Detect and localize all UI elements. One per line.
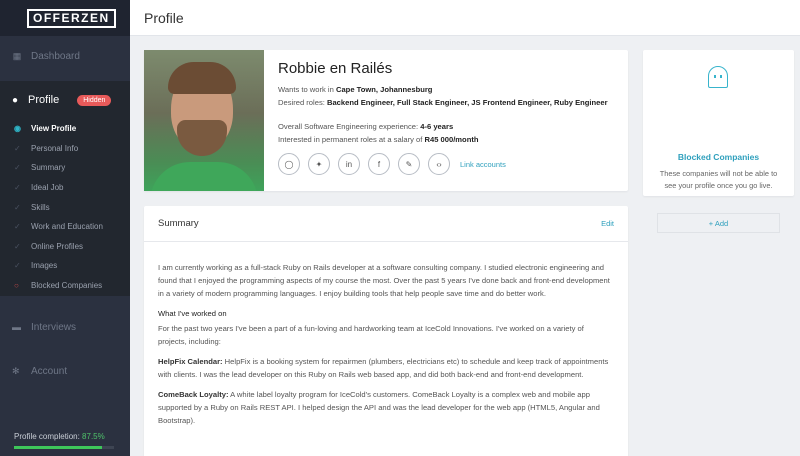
profile-salary: Interested in permanent roles at a salar… (278, 134, 608, 145)
sidebar-item-label: Blocked Companies (31, 281, 103, 291)
hidden-badge: Hidden (77, 94, 112, 106)
user-icon: ● (12, 94, 19, 106)
sidebar-item-ideal-job[interactable]: ✓ Ideal Job (0, 178, 130, 198)
link-accounts-link[interactable]: Link accounts (460, 160, 506, 169)
facebook-icon[interactable]: f (368, 153, 390, 175)
sidebar-item-images[interactable]: ✓ Images (0, 256, 130, 276)
check-icon: ✓ (14, 241, 21, 251)
social-links: ◯ ✦ in f ✎ ‹› Link accounts (278, 153, 506, 175)
check-icon: ✓ (14, 183, 21, 193)
github-icon[interactable]: ◯ (278, 153, 300, 175)
completion-bar-fill (14, 446, 102, 449)
linkedin-icon[interactable]: in (338, 153, 360, 175)
completion-label: Profile completion: (14, 432, 80, 441)
sidebar-item-label: Online Profiles (31, 241, 84, 251)
nav-account[interactable]: ✻ Account (0, 361, 130, 381)
photo-shirt (150, 162, 258, 191)
summary-card: Summary Edit I am currently working as a… (144, 206, 628, 456)
grid-icon: ▦ (12, 50, 22, 61)
edit-summary-link[interactable]: Edit (601, 219, 614, 228)
summary-body: I am currently working as a full-stack R… (144, 242, 628, 427)
profile-completion: Profile completion: 87.5% (14, 432, 105, 441)
experience-prefix: Overall Software Engineering experience: (278, 122, 421, 131)
photo-beard (177, 120, 227, 156)
sidebar-item-view-profile[interactable]: ◉ View Profile (0, 119, 130, 139)
gear-icon: ✻ (12, 365, 20, 376)
worked-on-intro: For the past two years I've been a part … (158, 324, 584, 346)
profile-photo (144, 50, 264, 191)
nav-profile[interactable]: ● Profile Hidden (0, 81, 130, 119)
page-header: Profile (130, 0, 800, 36)
sidebar-item-online-profiles[interactable]: ✓ Online Profiles (0, 237, 130, 257)
check-icon: ✓ (14, 143, 21, 153)
blocked-companies-card: Blocked Companies These companies will n… (643, 50, 794, 233)
project-name: ComeBack Loyalty: (158, 390, 229, 399)
completion-value: 87.5% (82, 432, 105, 441)
summary-title: Summary (158, 218, 199, 229)
code-icon[interactable]: ‹› (428, 153, 450, 175)
add-blocked-company-button[interactable]: + Add (657, 213, 780, 233)
photo-hair (168, 62, 236, 94)
stackoverflow-icon[interactable]: ✎ (398, 153, 420, 175)
check-icon: ✓ (14, 163, 21, 173)
blocked-companies-desc: These companies will not be able to see … (659, 169, 778, 190)
sidebar-item-blocked-companies[interactable]: ○ Blocked Companies (0, 276, 130, 296)
sidebar-item-personal-info[interactable]: ✓ Personal Info (0, 139, 130, 159)
sidebar-item-label: Ideal Job (31, 183, 64, 193)
profile-locations: Wants to work in Cape Town, Johannesburg (278, 84, 608, 95)
sidebar-item-skills[interactable]: ✓ Skills (0, 197, 130, 217)
profile-experience: Overall Software Engineering experience:… (278, 121, 608, 132)
experience-value: 4-6 years (420, 122, 454, 131)
roles-prefix: Desired roles: (278, 98, 327, 107)
chat-icon: ▬ (12, 322, 21, 332)
salary-value: R45 000/month (424, 135, 479, 144)
sidebar-item-summary[interactable]: ✓ Summary (0, 158, 130, 178)
twitter-icon[interactable]: ✦ (308, 153, 330, 175)
worked-on-heading: What I've worked on (158, 309, 227, 318)
nav-account-label: Account (31, 365, 68, 377)
circle-icon: ○ (14, 281, 19, 291)
sidebar-item-label: Images (31, 261, 58, 271)
locations-prefix: Wants to work in (278, 85, 336, 94)
blocked-companies-title: Blocked Companies (677, 152, 760, 162)
project-name: HelpFix Calendar: (158, 357, 223, 366)
nav-profile-label: Profile (28, 94, 60, 106)
sidebar-item-label: Summary (31, 163, 66, 173)
nav-interviews-label: Interviews (31, 321, 77, 333)
nav-dashboard-label: Dashboard (31, 50, 80, 62)
sidebar-item-label: View Profile (31, 124, 77, 134)
roles-value: Backend Engineer, Full Stack Engineer, J… (326, 98, 608, 107)
profile-roles: Desired roles: Backend Engineer, Full St… (278, 97, 608, 108)
logo[interactable]: OFFERZEN (0, 0, 130, 36)
summary-header: Summary Edit (144, 206, 628, 242)
profile-card: Robbie en Railés Wants to work in Cape T… (144, 50, 628, 191)
sidebar-item-label: Skills (31, 202, 50, 212)
nav-dashboard[interactable]: ▦ Dashboard (0, 44, 130, 68)
profile-section: ● Profile Hidden ◉ View Profile ✓ Person… (0, 81, 130, 296)
ghost-eye-right (720, 75, 722, 78)
sidebar-item-label: Work and Education (31, 222, 103, 232)
check-icon: ✓ (14, 261, 21, 271)
nav-interviews[interactable]: ▬ Interviews (0, 317, 130, 337)
sidebar-item-work-education[interactable]: ✓ Work and Education (0, 217, 130, 237)
logo-text: OFFERZEN (27, 8, 116, 28)
sidebar-item-label: Personal Info (31, 143, 79, 153)
check-icon: ✓ (14, 202, 21, 212)
ghost-icon (708, 66, 728, 88)
check-icon: ✓ (14, 222, 21, 232)
completion-bar (14, 446, 114, 449)
ghost-eye-left (714, 75, 716, 78)
project-helpfix: HelpFix Calendar: HelpFix is a booking s… (158, 355, 614, 381)
project-comeback: ComeBack Loyalty: A white label loyalty … (158, 388, 614, 427)
page-title: Profile (144, 9, 184, 26)
profile-name: Robbie en Railés (278, 60, 393, 77)
eye-icon: ◉ (14, 124, 21, 134)
sidebar: OFFERZEN ▦ Dashboard ● Profile Hidden ◉ … (0, 0, 130, 456)
project-desc: HelpFix is a booking system for repairme… (158, 357, 609, 379)
locations-value: Cape Town, Johannesburg (335, 85, 433, 94)
summary-intro: I am currently working as a full-stack R… (158, 263, 610, 298)
salary-prefix: Interested in permanent roles at a salar… (278, 135, 425, 144)
